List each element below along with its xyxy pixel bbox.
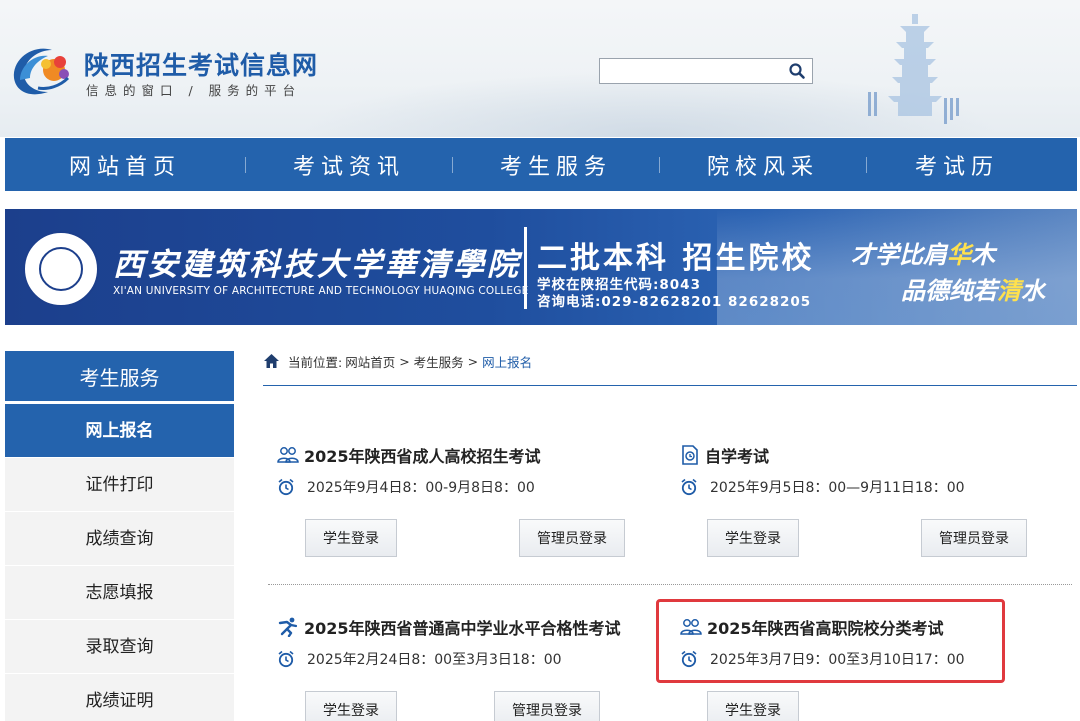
search-input[interactable] [600, 59, 780, 83]
nav-item-student-services[interactable]: 考生服务 [453, 149, 659, 181]
breadcrumb-home-link[interactable]: 网站首页 [345, 352, 395, 371]
sidebar-item-print-documents[interactable]: 证件打印 [5, 458, 234, 512]
breadcrumb-separator: > [463, 353, 483, 369]
alarm-clock-icon [681, 478, 697, 496]
admin-login-button[interactable]: 管理员登录 [519, 519, 625, 557]
banner-divider [524, 227, 527, 309]
colorful-bird-logo[interactable] [8, 40, 74, 100]
banner-school-name-en: XI'AN UNIVERSITY OF ARCHITECTURE AND TEC… [113, 285, 529, 297]
site-header: 陕西招生考试信息网 信息的窗口 / 服务的平台 [0, 0, 1080, 137]
breadcrumb: 当前位置: 网站首页 > 考生服务 > 网上报名 [263, 350, 532, 372]
nav-item-exam-calendar[interactable]: 考试历 [867, 149, 1047, 181]
main-nav: 网站首页 考试资讯 考生服务 院校风采 考试历 [5, 138, 1077, 191]
student-login-button[interactable]: 学生登录 [707, 691, 799, 721]
banner-headline: 二批本科 招生院校 [537, 241, 815, 276]
alarm-clock-icon [278, 478, 294, 496]
exam-title: 2025年陕西省成人高校招生考试 [277, 443, 541, 467]
alarm-clock-icon [278, 650, 294, 668]
banner-motto-2: 品德纯若清水 [901, 276, 1045, 305]
site-title[interactable]: 陕西招生考试信息网 [84, 46, 318, 82]
ad-banner[interactable]: 西安建筑科技大学華清學院 XI'AN UNIVERSITY OF ARCHITE… [5, 209, 1077, 325]
breadcrumb-section-link[interactable]: 考生服务 [414, 352, 464, 371]
banner-school-name: 西安建筑科技大学華清學院 [113, 247, 521, 283]
breadcrumb-current[interactable]: 网上报名 [482, 352, 532, 371]
banner-phone: 咨询电话:029-82628201 82628205 [537, 294, 812, 310]
exam-time: 2025年2月24日8：00至3月3日18：00 [277, 649, 562, 669]
student-login-button[interactable]: 学生登录 [707, 519, 799, 557]
nav-item-schools[interactable]: 院校风采 [660, 149, 866, 181]
sidebar-item-score-certificate[interactable]: 成绩证明 [5, 674, 234, 721]
breadcrumb-separator: > [395, 353, 414, 369]
student-login-button[interactable]: 学生登录 [305, 691, 397, 721]
sidebar-item-online-registration[interactable]: 网上报名 [5, 404, 234, 458]
search-icon[interactable] [788, 62, 806, 80]
exam-title: 2025年陕西省普通高中学业水平合格性考试 [277, 615, 621, 639]
admin-login-button[interactable]: 管理员登录 [921, 519, 1027, 557]
row-divider [268, 584, 1072, 585]
site-slogan: 信息的窗口 / 服务的平台 [86, 83, 302, 98]
search-box [599, 58, 813, 84]
breadcrumb-underline [263, 385, 1077, 386]
sidebar-item-application-filling[interactable]: 志愿填报 [5, 566, 234, 620]
admin-login-button[interactable]: 管理员登录 [494, 691, 600, 721]
runner-icon [278, 617, 298, 637]
sidebar-item-admission-query[interactable]: 录取查询 [5, 620, 234, 674]
pagoda-illustration [868, 14, 959, 124]
banner-motto-1: 才学比肩华木 [851, 240, 995, 269]
nav-item-home[interactable]: 网站首页 [5, 149, 245, 181]
exam-time: 2025年9月4日8：00-9月8日8：00 [277, 477, 535, 497]
exam-time: 2025年9月5日8：00—9月11日18：00 [680, 477, 965, 497]
nav-item-exam-news[interactable]: 考试资讯 [246, 149, 452, 181]
student-login-button[interactable]: 学生登录 [305, 519, 397, 557]
people-icon [277, 447, 299, 463]
sidebar: 考生服务 网上报名 证件打印 成绩查询 志愿填报 录取查询 成绩证明 [5, 351, 234, 721]
exam-title: 自学考试 [680, 443, 769, 467]
breadcrumb-prefix: 当前位置: [288, 354, 343, 370]
sidebar-title: 考生服务 [5, 351, 234, 401]
school-emblem-icon [23, 231, 99, 307]
home-icon [264, 354, 279, 368]
highlight-annotation-box [656, 599, 1005, 683]
sidebar-item-score-query[interactable]: 成绩查询 [5, 512, 234, 566]
document-icon [682, 445, 698, 465]
